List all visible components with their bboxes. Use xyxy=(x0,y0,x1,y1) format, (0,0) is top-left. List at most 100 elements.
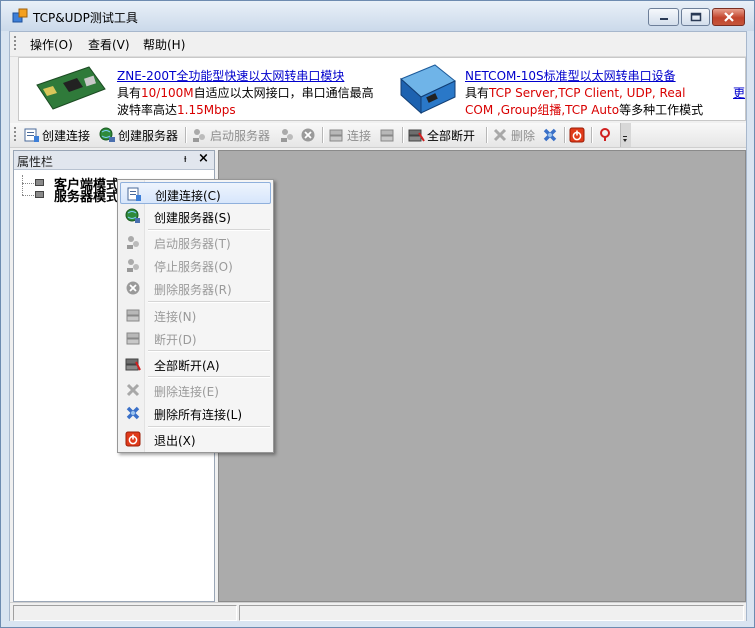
context-delete-all-connections-label: 删除所有连接(L) xyxy=(154,408,243,422)
panel-title: 属性栏 xyxy=(17,155,54,169)
context-delete-connection-label: 删除连接(E) xyxy=(154,385,219,399)
toolbar-stop-server[interactable] xyxy=(279,126,298,144)
netcom-device-image[interactable] xyxy=(397,61,459,117)
tree-item-server-mode[interactable]: 服务器模式 xyxy=(54,186,119,205)
toolbar-delete-label: 删除 xyxy=(511,128,536,143)
toolbar-connect-label: 连接 xyxy=(347,128,372,143)
zne-module-image[interactable] xyxy=(33,63,109,115)
toolbar-grip[interactable] xyxy=(14,127,16,143)
ad2-line2: COM ,Group组播,TCP Auto等多种工作模式 xyxy=(465,101,703,118)
toolbar-separator xyxy=(486,127,488,143)
toolbar-create-connection[interactable]: 创建连接 xyxy=(23,126,90,144)
client-node-icon xyxy=(35,179,44,186)
app-window: TCP&UDP测试工具 操作(O) 查看(V) 帮助(H) ZNE-200T全功… xyxy=(0,0,755,628)
menu-operate[interactable]: 操作(O) xyxy=(30,36,73,53)
delete-server-icon xyxy=(301,128,315,142)
toolbar-disconnect-all-label: 全部断开 xyxy=(427,128,476,143)
context-separator xyxy=(148,350,270,352)
workspace-area xyxy=(218,150,746,602)
context-disconnect[interactable]: 断开(D) xyxy=(120,327,271,349)
tree-connector xyxy=(22,175,23,195)
ad1-link[interactable]: ZNE-200T全功能型快速以太网转串口模块 xyxy=(117,67,344,84)
tree-connector xyxy=(22,195,34,196)
ad1-l1c: 自适应以太网接口，串口通信最高 xyxy=(193,86,374,100)
context-menu: 创建连接(C) 创建服务器(S) 启动服务器(T) 停止服务器(O) 删除服务器… xyxy=(117,179,274,453)
toolbar-disconnect[interactable] xyxy=(379,126,398,144)
maximize-icon xyxy=(690,12,701,22)
start-server-icon xyxy=(127,236,139,249)
ad1-l2b: 1.15Mbps xyxy=(177,103,236,117)
close-icon xyxy=(723,12,734,22)
ad2-l1a: 具有 xyxy=(465,86,490,100)
new-connection-icon xyxy=(127,187,141,201)
status-bar xyxy=(10,602,746,621)
toolbar-overflow-button[interactable] xyxy=(620,123,631,147)
toolbar-separator xyxy=(322,127,324,143)
menu-help[interactable]: 帮助(H) xyxy=(143,36,185,53)
toolbar-delete-server[interactable] xyxy=(300,126,318,144)
context-disconnect-all[interactable]: 全部断开(A) xyxy=(120,353,271,375)
title-bar: TCP&UDP测试工具 xyxy=(1,1,754,31)
minimize-button[interactable] xyxy=(648,8,679,26)
ad-banner: ZNE-200T全功能型快速以太网转串口模块 具有10/100M自适应以太网接口… xyxy=(18,57,746,121)
toolbar-separator xyxy=(591,127,593,143)
ad1-l1b: 10/100M xyxy=(141,86,194,100)
context-create-server-label: 创建服务器(S) xyxy=(154,211,231,225)
toolbar-create-server[interactable]: 创建服务器 xyxy=(99,126,178,144)
more-link[interactable]: 更多 xyxy=(733,84,745,101)
ad2-l1b: TCP Server,TCP Client, UDP, Real xyxy=(489,86,686,100)
menubar-grip[interactable] xyxy=(14,36,16,52)
context-delete-connection[interactable]: 删除连接(E) xyxy=(120,379,271,401)
context-exit[interactable]: 退出(X) xyxy=(120,428,271,450)
start-server-icon xyxy=(193,129,205,142)
toolbar-disconnect-all[interactable]: 全部断开 xyxy=(408,126,475,144)
toolbar-delete[interactable]: 删除 xyxy=(492,126,535,144)
context-exit-label: 退出(X) xyxy=(154,434,196,448)
context-start-server-label: 启动服务器(T) xyxy=(154,237,231,251)
menu-view[interactable]: 查看(V) xyxy=(88,36,130,53)
context-separator xyxy=(148,376,270,378)
globe-icon xyxy=(99,127,115,142)
toolbar-separator xyxy=(564,127,566,143)
context-separator xyxy=(148,301,270,303)
ad2-link[interactable]: NETCOM-10S标准型以太网转串口设备 xyxy=(465,67,676,84)
context-delete-server[interactable]: 删除服务器(R) xyxy=(120,277,271,299)
toolbar-connect[interactable]: 连接 xyxy=(328,126,371,144)
delete-server-icon xyxy=(126,281,140,295)
server-node-icon xyxy=(35,191,44,198)
toolbar-delete-all[interactable] xyxy=(542,126,561,144)
context-connect[interactable]: 连接(N) xyxy=(120,304,271,326)
power-icon xyxy=(125,431,141,447)
context-delete-server-label: 删除服务器(R) xyxy=(154,283,232,297)
context-create-server[interactable]: 创建服务器(S) xyxy=(120,205,271,227)
connect-icon xyxy=(126,309,140,322)
disconnect-all-icon xyxy=(408,129,425,142)
context-disconnect-all-label: 全部断开(A) xyxy=(154,359,220,373)
toolbar-help[interactable] xyxy=(597,126,616,144)
menu-bar: 操作(O) 查看(V) 帮助(H) xyxy=(10,32,746,57)
toolbar-start-server[interactable]: 启动服务器 xyxy=(191,126,270,144)
panel-close-icon[interactable]: × xyxy=(198,151,209,166)
minimize-icon xyxy=(659,18,668,20)
delete-icon xyxy=(126,383,140,397)
maximize-button[interactable] xyxy=(681,8,710,26)
ad2-l2b: 等多种工作模式 xyxy=(619,103,704,117)
toolbar-create-server-label: 创建服务器 xyxy=(118,128,179,143)
context-create-connection[interactable]: 创建连接(C) xyxy=(120,182,271,204)
context-disconnect-label: 断开(D) xyxy=(154,333,197,347)
status-cell xyxy=(13,605,237,621)
context-delete-all-connections[interactable]: 删除所有连接(L) xyxy=(120,402,271,424)
toolbar-exit[interactable] xyxy=(569,126,587,144)
context-start-server[interactable]: 启动服务器(T) xyxy=(120,231,271,253)
context-stop-server[interactable]: 停止服务器(O) xyxy=(120,254,271,276)
app-icon xyxy=(12,8,28,23)
chevron-down-icon xyxy=(623,136,627,142)
toolbar-separator xyxy=(402,127,404,143)
pin-icon[interactable]: ᵼ xyxy=(184,152,186,165)
ad1-l2a: 波特率高达 xyxy=(117,103,178,117)
ad1-l1a: 具有 xyxy=(117,86,142,100)
toolbar-create-connection-label: 创建连接 xyxy=(42,128,91,143)
connect-icon xyxy=(329,129,343,142)
close-button[interactable] xyxy=(712,8,745,26)
new-connection-icon xyxy=(24,128,39,142)
